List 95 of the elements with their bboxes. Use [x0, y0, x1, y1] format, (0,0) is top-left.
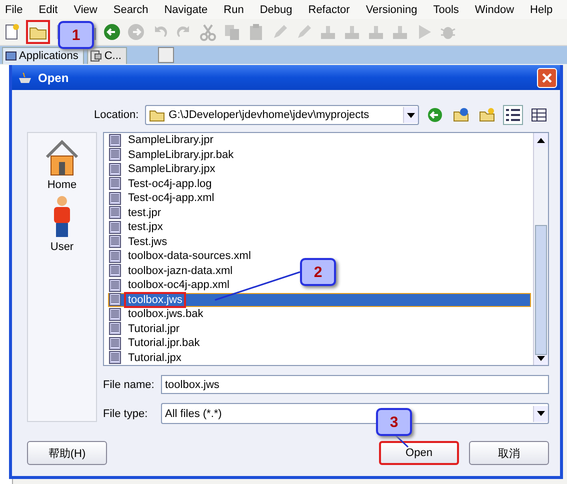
file-icon	[109, 293, 121, 306]
file-row[interactable]: toolbox-data-sources.xml	[108, 249, 254, 264]
file-row[interactable]: SampleLibrary.jpx	[108, 162, 218, 176]
menu-item[interactable]: Debug	[260, 4, 292, 16]
list-view-icon[interactable]	[503, 105, 523, 125]
callout-tooltip: 1	[58, 21, 94, 49]
file-name-label: File name:	[103, 378, 155, 390]
file-icon	[109, 162, 121, 176]
file-name: toolbox.jws.bak	[127, 308, 204, 320]
file-row[interactable]: toolbox.jws	[108, 292, 531, 307]
place-label[interactable]: Home	[47, 179, 77, 191]
menu-item[interactable]: Help	[530, 4, 553, 16]
file-row[interactable]: toolbox-jazn-data.xml	[108, 264, 236, 278]
file-icon	[109, 206, 121, 220]
callout-tooltip: 2	[300, 258, 336, 286]
menu-item[interactable]: Navigate	[164, 4, 208, 16]
dialog-button[interactable]: Open	[379, 441, 459, 465]
file-row[interactable]: toolbox.jws.bak	[108, 307, 206, 322]
file-icon	[109, 322, 121, 336]
minimize-button[interactable]	[158, 47, 174, 63]
file-name: toolbox.jws	[126, 294, 184, 306]
file-name-field[interactable]: toolbox.jws	[161, 375, 549, 394]
file-row[interactable]: Tutorial.jpx	[108, 350, 184, 365]
menu-item[interactable]: Versioning	[366, 4, 418, 16]
file-name: test.jpx	[127, 221, 164, 234]
file-type-label: File type:	[103, 408, 149, 420]
file-row[interactable]: test.jpr	[108, 206, 164, 220]
file-icon	[109, 134, 121, 147]
file-icon	[109, 148, 121, 162]
scrollbar[interactable]	[533, 133, 548, 365]
file-row[interactable]: SampleLibrary.jpr	[108, 133, 216, 148]
file-row[interactable]: Test-oc4j-app.log	[108, 176, 215, 191]
up-folder-icon[interactable]	[453, 107, 469, 123]
file-icon	[109, 351, 121, 364]
dialog-title: Open	[38, 70, 70, 84]
panel-tab[interactable]: Applications	[2, 47, 84, 64]
file-name: toolbox-oc4j-app.xml	[127, 279, 230, 292]
menu-item[interactable]: Run	[224, 4, 244, 16]
up-arrow-icon[interactable]	[537, 138, 545, 142]
dialog-button[interactable]: 取消	[469, 441, 549, 465]
document-icon	[90, 50, 102, 62]
file-name: SampleLibrary.jpr	[127, 134, 214, 146]
file-icon	[109, 308, 121, 321]
folder-icon	[148, 108, 165, 122]
location-dropdown[interactable]: G:\JDeveloper\jdevhome\jdev\myprojects	[144, 105, 419, 125]
file-row[interactable]: toolbox-oc4j-app.xml	[108, 278, 232, 292]
menu-item[interactable]: Tools	[433, 4, 459, 16]
file-name: Tutorial.jpx	[127, 352, 182, 364]
file-name: Test-oc4j-app.xml	[127, 192, 216, 204]
close-button[interactable]	[537, 68, 557, 88]
menu-item[interactable]: Search	[113, 4, 148, 16]
file-name: Test.jws	[127, 236, 168, 248]
file-name: SampleLibrary.jpr.bak	[127, 148, 235, 161]
file-name: Tutorial.jpr.bak	[127, 337, 201, 350]
menu-item[interactable]: Window	[474, 4, 514, 16]
caret-icon	[407, 112, 415, 118]
dialog-button[interactable]: 帮助(H)	[27, 441, 107, 465]
file-name: Test-oc4j-app.log	[127, 178, 213, 190]
file-icon	[109, 177, 121, 190]
window-icon	[5, 50, 17, 62]
file-icon	[109, 192, 121, 205]
down-arrow-icon[interactable]	[537, 356, 545, 360]
file-row[interactable]: Test.jws	[108, 234, 170, 249]
menu-item[interactable]: File	[5, 4, 23, 16]
folder-icon[interactable]	[26, 20, 50, 44]
cup-icon	[17, 70, 33, 84]
new-folder-icon[interactable]	[479, 107, 495, 123]
file-icon	[109, 250, 121, 263]
callout-tooltip: 3	[376, 408, 412, 436]
file-name: toolbox-data-sources.xml	[127, 250, 252, 262]
back-icon[interactable]	[102, 22, 122, 42]
house-icon[interactable]	[44, 139, 80, 177]
menu-item[interactable]: Refactor	[308, 4, 350, 16]
file-row[interactable]: Tutorial.jpr	[108, 322, 183, 336]
file-row[interactable]: Tutorial.jpr.bak	[108, 336, 203, 350]
file-row[interactable]: Test-oc4j-app.xml	[108, 191, 218, 206]
menu-item[interactable]: Edit	[38, 4, 58, 16]
place-label[interactable]: User	[50, 241, 74, 253]
file-row[interactable]: test.jpx	[108, 220, 166, 234]
caret-icon	[537, 411, 545, 416]
location-label: Location:	[94, 109, 139, 121]
file-name: Tutorial.jpr	[127, 322, 181, 335]
file-name: test.jpr	[127, 206, 162, 219]
back-icon[interactable]	[427, 107, 443, 123]
file-name: toolbox-jazn-data.xml	[127, 264, 234, 277]
file-icon	[109, 235, 121, 248]
file-icon	[109, 264, 121, 278]
panel-tab[interactable]: C...	[87, 47, 128, 64]
file-icon	[109, 336, 121, 350]
file-name: SampleLibrary.jpx	[127, 163, 216, 176]
close-icon	[541, 72, 553, 84]
menu-item[interactable]: View	[74, 4, 98, 16]
file-row[interactable]: SampleLibrary.jpr.bak	[108, 148, 237, 162]
file-icon	[109, 278, 121, 292]
file-icon	[109, 220, 121, 234]
